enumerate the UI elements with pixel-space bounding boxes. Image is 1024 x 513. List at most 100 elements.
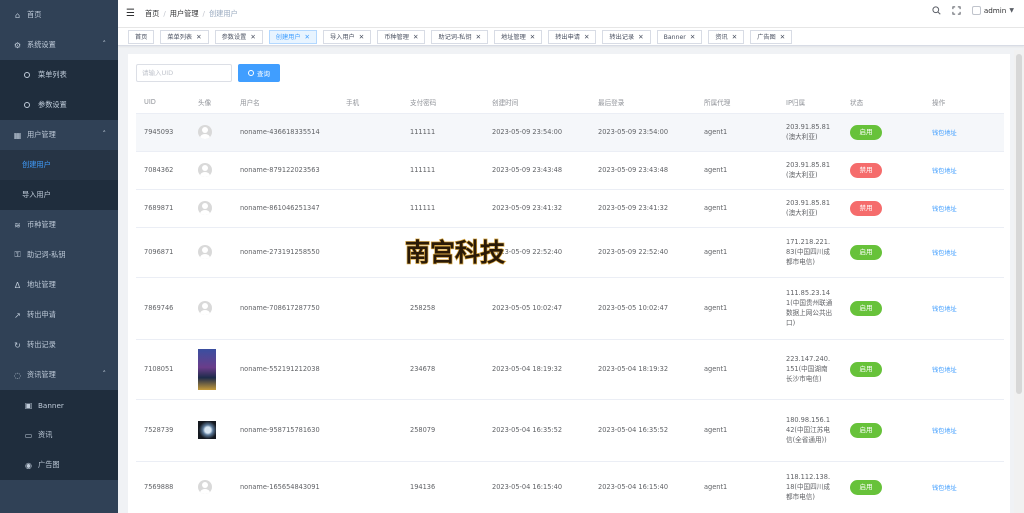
sidebar-item-5[interactable]: 创建用户	[0, 150, 118, 180]
sidebar-item-12[interactable]: ◌ 资讯管理 ˄	[0, 360, 118, 390]
tag-label: 广告图	[757, 33, 776, 41]
wallet-address-link[interactable]: 钱包地址	[932, 206, 957, 213]
tag-11[interactable]: 资讯 ✕	[708, 29, 745, 44]
close-icon[interactable]: ✕	[305, 33, 310, 41]
status-cell: 启用	[842, 461, 924, 513]
sidebar-item-1[interactable]: ⚙ 系统设置 ˄	[0, 30, 118, 60]
sidebar-item-label: 助记词-私钥	[27, 250, 66, 259]
wallet-address-link[interactable]: 钱包地址	[932, 367, 957, 374]
tag-7[interactable]: 地址管理 ✕	[494, 29, 543, 44]
avatar-cell	[190, 189, 232, 228]
user-dropdown[interactable]: admin ▼	[971, 6, 1014, 15]
column-header: 创建时间	[484, 92, 590, 114]
sidebar-item-0[interactable]: ⌂ 首页	[0, 0, 118, 30]
avatar-cell	[190, 277, 232, 340]
tag-10[interactable]: Banner ✕	[656, 29, 703, 44]
status-cell: 启用	[842, 399, 924, 462]
close-icon[interactable]: ✕	[196, 33, 201, 41]
users-icon: ▦	[13, 130, 22, 140]
username-cell: noname-879122023563	[232, 151, 338, 190]
breadcrumb-home[interactable]: 首页	[145, 9, 159, 19]
breadcrumb-user-management[interactable]: 用户管理	[170, 9, 199, 19]
status-toggle-button[interactable]: 启用	[850, 479, 882, 495]
gear-icon: ⚙	[13, 40, 22, 50]
column-header: IP归属	[778, 92, 842, 114]
scrollbar-thumb[interactable]	[1016, 54, 1022, 394]
close-icon[interactable]: ✕	[690, 33, 695, 41]
search-icon[interactable]	[932, 6, 941, 15]
search-icon	[248, 70, 254, 76]
sidebar-item-11[interactable]: ↻ 转出记录	[0, 330, 118, 360]
uid-search-input[interactable]	[136, 64, 232, 82]
tag-4[interactable]: 导入用户 ✕	[322, 29, 372, 44]
sidebar-item-3[interactable]: 参数设置	[0, 90, 118, 120]
sidebar-item-10[interactable]: ↗ 转出申请	[0, 300, 118, 330]
content-panel: 查询 UID头像用户名手机支付密码创建时间最后登录所属代理IP归属状态操作 79…	[128, 54, 1010, 513]
sidebar-item-label: Banner	[38, 400, 64, 410]
uid-cell: 7096871	[136, 227, 190, 278]
tag-1[interactable]: 菜单列表 ✕	[160, 29, 209, 44]
close-icon[interactable]: ✕	[638, 33, 643, 41]
circle-dot-icon	[24, 72, 30, 78]
agent-cell: agent1	[696, 277, 778, 340]
pay-pwd-cell: 111111	[402, 189, 484, 228]
search-button[interactable]: 查询	[238, 64, 280, 82]
avatar-cell	[190, 339, 232, 400]
close-icon[interactable]: ✕	[530, 33, 535, 41]
close-icon[interactable]: ✕	[250, 33, 255, 41]
close-icon[interactable]: ✕	[476, 33, 481, 41]
sidebar-item-6[interactable]: 导入用户	[0, 180, 118, 210]
table-row: 7869746 noname-708617287750 258258 2023-05-…	[136, 277, 1004, 340]
phone-cell	[338, 339, 402, 400]
agent-cell: agent1	[696, 151, 778, 190]
sidebar-item-8[interactable]: ⚿ 助记词-私钥	[0, 240, 118, 270]
column-header: 支付密码	[402, 92, 484, 114]
sidebar-item-4[interactable]: ▦ 用户管理 ˄	[0, 120, 118, 150]
sidebar-item-13[interactable]: ▣ Banner	[0, 390, 118, 420]
sidebar-item-15[interactable]: ◉ 广告图	[0, 450, 118, 480]
tag-0[interactable]: 首页	[128, 29, 155, 44]
uid-cell: 7869746	[136, 277, 190, 340]
action-cell: 钱包地址	[924, 189, 1004, 228]
default-avatar-icon	[198, 201, 212, 215]
close-icon[interactable]: ✕	[413, 33, 418, 41]
tag-12[interactable]: 广告图 ✕	[750, 29, 793, 44]
close-icon[interactable]: ✕	[732, 33, 737, 41]
status-toggle-button[interactable]: 禁用	[850, 162, 882, 178]
tag-6[interactable]: 助记词-私钥 ✕	[431, 29, 489, 44]
sidebar-item-2[interactable]: 菜单列表	[0, 60, 118, 90]
close-icon[interactable]: ✕	[584, 33, 589, 41]
close-icon[interactable]: ✕	[780, 33, 785, 41]
sidebar-item-9[interactable]: Δ 地址管理	[0, 270, 118, 300]
tag-8[interactable]: 转出申请 ✕	[548, 29, 597, 44]
wallet-address-link[interactable]: 钱包地址	[932, 428, 957, 435]
status-toggle-button[interactable]: 启用	[850, 244, 882, 260]
sidebar-item-label: 参数设置	[38, 100, 67, 109]
status-toggle-button[interactable]: 启用	[850, 300, 882, 316]
fullscreen-icon[interactable]	[952, 6, 961, 15]
tag-label: 地址管理	[501, 33, 526, 41]
tag-9[interactable]: 转出记录 ✕	[602, 29, 651, 44]
status-toggle-button[interactable]: 启用	[850, 422, 882, 438]
wallet-address-link[interactable]: 钱包地址	[932, 250, 957, 257]
last-login-cell: 2023-05-09 23:43:48	[590, 151, 696, 190]
tag-2[interactable]: 参数设置 ✕	[214, 29, 263, 44]
wallet-address-link[interactable]: 钱包地址	[932, 306, 957, 313]
close-icon[interactable]: ✕	[359, 33, 364, 41]
wallet-address-link[interactable]: 钱包地址	[932, 168, 957, 175]
tag-3[interactable]: 创建用户 ✕	[268, 29, 317, 44]
status-toggle-button[interactable]: 禁用	[850, 200, 882, 216]
coin-icon: ≋	[14, 220, 21, 230]
sidebar-item-label: 转出记录	[27, 340, 56, 349]
wallet-address-link[interactable]: 钱包地址	[932, 485, 957, 492]
sidebar-item-label: 币种管理	[27, 220, 56, 229]
wallet-address-link[interactable]: 钱包地址	[932, 130, 957, 137]
tag-5[interactable]: 币种管理 ✕	[377, 29, 426, 44]
pay-pwd-cell: 258258	[402, 277, 484, 340]
breadcrumb-separator: /	[163, 8, 166, 18]
sidebar-item-7[interactable]: ≋ 币种管理	[0, 210, 118, 240]
status-toggle-button[interactable]: 启用	[850, 361, 882, 377]
sidebar-item-14[interactable]: ▭ 资讯	[0, 420, 118, 450]
hamburger-icon[interactable]: ☰	[126, 8, 135, 19]
status-toggle-button[interactable]: 启用	[850, 124, 882, 140]
